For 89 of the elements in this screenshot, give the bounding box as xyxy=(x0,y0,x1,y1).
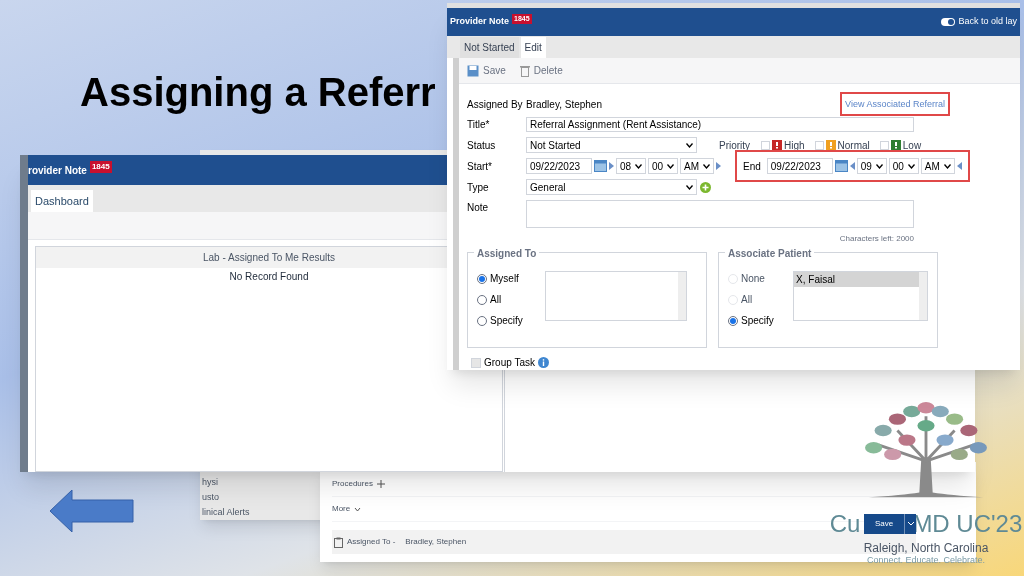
section-link[interactable]: More xyxy=(332,503,362,515)
chevron-down-icon xyxy=(354,506,362,512)
calendar-icon[interactable] xyxy=(834,160,848,172)
field-label: Start* xyxy=(467,159,493,174)
character-count: Characters left: 2000 xyxy=(839,233,914,245)
clipboard-icon xyxy=(334,536,343,548)
tab[interactable]: Not Started xyxy=(460,37,519,58)
chevron-down-icon xyxy=(875,163,883,169)
list-box[interactable]: X, Faisal xyxy=(793,271,928,321)
sidebar-item[interactable]: hysi xyxy=(202,476,270,488)
dropdown[interactable]: AM xyxy=(680,158,714,174)
arrow-right-icon[interactable] xyxy=(716,162,721,170)
dropdown[interactable]: AM xyxy=(920,158,955,174)
section-link[interactable]: Procedures xyxy=(332,478,385,490)
radio-label: Specify xyxy=(741,314,774,328)
info-icon[interactable] xyxy=(537,357,549,368)
add-icon[interactable] xyxy=(700,181,711,193)
sidebar-item[interactable]: linical Alerts xyxy=(202,506,270,518)
chevron-down-icon xyxy=(635,163,642,169)
field-label: Assigned By xyxy=(467,97,524,112)
arrow-left-icon xyxy=(50,490,134,532)
radio-label: Specify xyxy=(490,314,523,328)
dropdown[interactable]: Not Started xyxy=(526,137,697,153)
assigned-label: Assigned To - xyxy=(347,536,396,548)
title-field[interactable]: Referral Assignment (Rent Assistance) xyxy=(526,117,914,132)
radio-label: All xyxy=(490,293,502,307)
toggle-label: Back to old lay xyxy=(958,15,1017,29)
tab[interactable]: Dashboard xyxy=(31,190,93,212)
chevron-down-icon xyxy=(904,514,916,534)
radio-label: All xyxy=(741,293,753,307)
trash-icon xyxy=(519,64,530,77)
radio-label: Myself xyxy=(490,272,519,286)
save-button[interactable]: Save xyxy=(864,514,916,534)
count-badge: 1845 xyxy=(89,161,112,173)
checkbox[interactable] xyxy=(879,140,889,150)
scrollbar xyxy=(919,272,927,320)
scrollbar xyxy=(678,272,686,320)
arrow-left-icon[interactable] xyxy=(956,162,962,170)
empty-message: No Record Found xyxy=(229,270,309,284)
radio-button[interactable] xyxy=(477,294,487,305)
chevron-down-icon xyxy=(686,142,693,148)
arrow-right-icon[interactable] xyxy=(609,162,614,170)
dropdown[interactable]: 00 xyxy=(648,158,678,174)
logo-text: Cu xyxy=(829,512,861,536)
chevron-down-icon xyxy=(667,163,674,169)
chevron-down-icon xyxy=(907,163,915,169)
assigned-value: Bradley, Stephen xyxy=(405,536,467,548)
delete-button[interactable]: Delete xyxy=(519,63,563,78)
dropdown[interactable]: 00 xyxy=(888,158,919,174)
radio-button[interactable] xyxy=(477,315,487,326)
field-label: Priority xyxy=(719,138,752,153)
dropdown[interactable]: 08 xyxy=(616,158,646,174)
checkbox-label: Group Task xyxy=(484,356,535,370)
field-value: Bradley, Stephen xyxy=(526,97,602,112)
field-label: Type xyxy=(467,180,490,195)
priority-label: Normal xyxy=(837,138,870,153)
tab[interactable]: Edit xyxy=(520,37,546,58)
slide-title: Assigning a Referr xyxy=(80,69,436,116)
arrow-left-icon[interactable] xyxy=(849,162,855,170)
window-title: rovider Note xyxy=(28,163,87,178)
field-label: Note xyxy=(467,201,490,215)
chevron-down-icon xyxy=(943,163,951,169)
calendar-icon[interactable] xyxy=(594,160,607,172)
checkbox[interactable] xyxy=(761,140,770,150)
note-field[interactable] xyxy=(526,200,914,228)
date-field[interactable]: 09/22/2023 xyxy=(526,158,592,174)
radio-label: None xyxy=(741,272,765,286)
dropdown[interactable]: General xyxy=(526,179,697,195)
chevron-down-icon xyxy=(703,163,710,169)
group-legend: Assigned To xyxy=(474,246,540,261)
save-button[interactable]: Save xyxy=(467,63,506,78)
list-item[interactable]: X, Faisal xyxy=(794,272,919,287)
checkbox[interactable] xyxy=(471,357,481,368)
layout-toggle[interactable] xyxy=(941,17,956,26)
checkbox[interactable] xyxy=(814,140,824,150)
radio-button[interactable] xyxy=(728,315,738,326)
chevron-down-icon xyxy=(686,184,693,190)
field-label: Title* xyxy=(467,118,491,132)
date-field[interactable]: 09/22/2023 xyxy=(766,158,833,174)
save-icon xyxy=(467,64,479,77)
window-title: Provider Note xyxy=(450,15,509,29)
plus-icon xyxy=(376,480,385,488)
priority-label: High xyxy=(784,138,805,153)
field-label: End xyxy=(743,159,761,174)
dropdown[interactable]: 09 xyxy=(856,158,887,174)
sidebar-item[interactable]: usto xyxy=(202,491,270,503)
field-label: Status xyxy=(467,138,497,153)
priority-label: Low xyxy=(902,138,922,153)
radio-button[interactable] xyxy=(477,273,487,284)
